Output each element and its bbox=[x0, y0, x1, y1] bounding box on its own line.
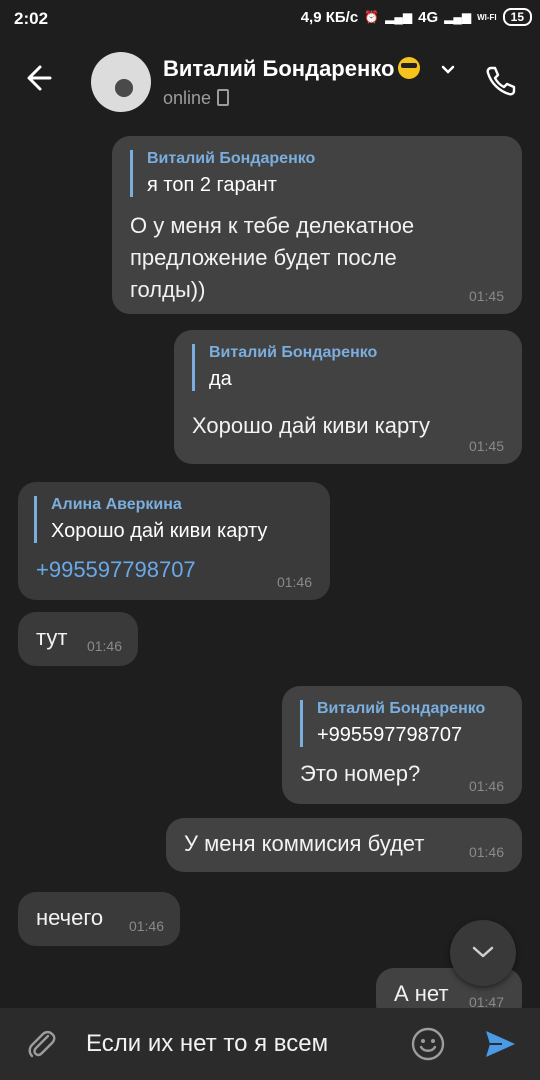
call-button[interactable] bbox=[482, 62, 520, 100]
send-button[interactable] bbox=[482, 1026, 518, 1062]
mobile-device-icon bbox=[217, 89, 230, 106]
message-text: Хорошо дай киви карту bbox=[192, 410, 430, 442]
message-text: У меня коммисия будет bbox=[184, 831, 425, 856]
attach-button[interactable] bbox=[24, 1026, 60, 1062]
network-speed: 4,9 КБ/с bbox=[300, 8, 359, 26]
message-bubble[interactable]: Алина Аверкина Хорошо дай киви карту +99… bbox=[18, 482, 330, 600]
alarm-off-icon: ⏰ bbox=[364, 10, 380, 24]
reply-quote[interactable]: Виталий Бондаренко я топ 2 гарант bbox=[130, 150, 315, 197]
battery-indicator: 15 bbox=[502, 8, 532, 26]
reply-text: да bbox=[209, 368, 232, 390]
message-time: 01:47 bbox=[468, 994, 504, 1008]
reply-quote[interactable]: Виталий Бондаренко +995597798707 bbox=[300, 700, 485, 747]
signal-2-icon: ▂▄▆ bbox=[444, 10, 472, 24]
emoji-icon bbox=[411, 1027, 445, 1061]
message-bubble[interactable]: У меня коммисия будет 01:46 bbox=[166, 818, 522, 872]
scroll-down-button[interactable] bbox=[450, 920, 516, 986]
message-time: 01:45 bbox=[468, 288, 504, 304]
message-bubble[interactable]: нечего 01:46 bbox=[18, 892, 180, 946]
message-bubble[interactable]: Виталий Бондаренко да Хорошо дай киви ка… bbox=[174, 330, 522, 464]
reply-quote[interactable]: Алина Аверкина Хорошо дай киви карту bbox=[34, 496, 267, 543]
message-time: 01:46 bbox=[128, 918, 164, 934]
paperclip-icon bbox=[28, 1030, 56, 1058]
chevron-down-icon[interactable] bbox=[440, 62, 456, 78]
signal-icon: ▂▄▆ bbox=[385, 10, 413, 24]
network-type: 4G bbox=[418, 8, 439, 26]
message-time: 01:46 bbox=[468, 844, 504, 860]
reply-sender: Виталий Бондаренко bbox=[209, 344, 378, 361]
message-text: А нет bbox=[394, 981, 449, 1006]
message-line: О у меня к тебе делекатное bbox=[130, 213, 415, 238]
message-input[interactable]: Если их нет то я всем bbox=[86, 1030, 328, 1058]
emoji-button[interactable] bbox=[410, 1026, 446, 1062]
scroll-down-icon bbox=[472, 946, 494, 958]
message-bubble[interactable]: тут 01:46 bbox=[18, 612, 138, 666]
reply-text: я топ 2 гарант bbox=[147, 174, 277, 196]
status-text: online bbox=[163, 88, 212, 108]
status-time: 2:02 bbox=[14, 9, 49, 28]
status-bar: 2:02 4,9 КБ/с ⏰ ▂▄▆ 4G ▂▄▆ WI-FI 15 bbox=[0, 0, 540, 36]
message-time: 01:45 bbox=[468, 438, 504, 454]
message-text: нечего bbox=[36, 905, 104, 930]
reply-sender: Алина Аверкина bbox=[51, 496, 182, 513]
message-text: тут bbox=[36, 625, 68, 650]
contact-avatar[interactable] bbox=[91, 52, 151, 112]
message-time: 01:46 bbox=[86, 638, 122, 654]
message-line: предложение будет после bbox=[130, 245, 397, 270]
contact-status: online bbox=[163, 88, 230, 109]
reply-text: Хорошо дай киви карту bbox=[51, 520, 268, 542]
reply-text: +995597798707 bbox=[317, 724, 463, 746]
message-bubble[interactable]: Виталий Бондаренко я топ 2 гарант О у ме… bbox=[112, 136, 522, 314]
phone-call-icon bbox=[486, 66, 516, 96]
sunglasses-emoji-icon bbox=[398, 57, 421, 79]
reply-sender: Виталий Бондаренко bbox=[147, 150, 316, 167]
message-text: О у меня к тебе делекатное предложение б… bbox=[130, 210, 414, 306]
back-button[interactable] bbox=[20, 56, 64, 100]
reply-sender: Виталий Бондаренко bbox=[317, 700, 486, 717]
contact-title[interactable]: Виталий Бондаренко bbox=[163, 56, 421, 82]
message-time: 01:46 bbox=[276, 574, 312, 590]
status-indicators: 4,9 КБ/с ⏰ ▂▄▆ 4G ▂▄▆ WI-FI 15 bbox=[301, 8, 532, 26]
back-arrow-icon bbox=[27, 65, 52, 91]
send-icon bbox=[486, 1031, 515, 1057]
message-text: Это номер? bbox=[300, 761, 421, 786]
message-line: голды)) bbox=[130, 277, 206, 302]
message-composer: Если их нет то я всем bbox=[0, 1008, 540, 1080]
message-bubble[interactable]: Виталий Бондаренко +995597798707 Это ном… bbox=[282, 686, 522, 804]
chat-header: Виталий Бондаренко online bbox=[0, 36, 540, 122]
phone-link[interactable]: +995597798707 bbox=[36, 554, 196, 586]
wifi-label: WI-FI bbox=[477, 12, 497, 22]
contact-name: Виталий Бондаренко bbox=[163, 56, 395, 81]
message-line: Хорошо дай киви карту bbox=[192, 413, 431, 438]
reply-quote[interactable]: Виталий Бондаренко да bbox=[192, 344, 377, 391]
message-time: 01:46 bbox=[468, 778, 504, 794]
message-list[interactable]: Виталий Бондаренко я топ 2 гарант О у ме… bbox=[0, 122, 540, 1008]
